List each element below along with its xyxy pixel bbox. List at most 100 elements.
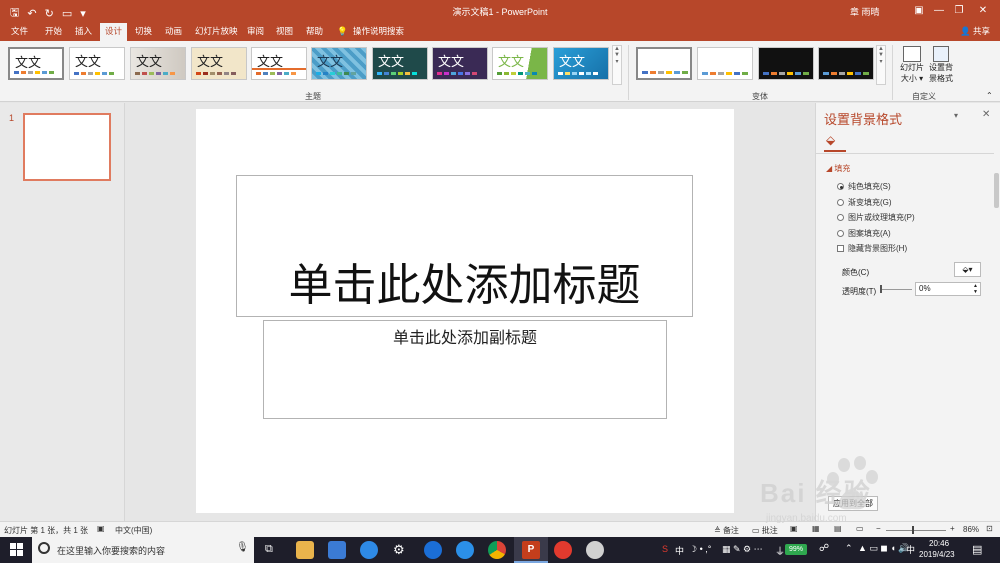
variant-thumbnail-4[interactable] <box>818 47 874 80</box>
clock-date[interactable]: 2019/4/23 <box>919 550 955 559</box>
clock-time[interactable]: 20:46 <box>929 539 949 548</box>
subtitle-placeholder[interactable]: 单击此处添加副标题 <box>263 320 667 419</box>
ribbon-tabs: 文件 开始 插入 设计 切换 动画 幻灯片放映 审阅 视图 帮助 💡 操作说明搜… <box>0 22 1000 41</box>
format-background-button[interactable]: 设置背 景格式 <box>927 46 955 84</box>
collapse-ribbon-icon[interactable]: ⌃ <box>986 91 993 100</box>
zoom-level[interactable]: 86% <box>963 525 979 534</box>
slide-sorter-icon[interactable]: ▦ <box>812 524 820 533</box>
transparency-slider-thumb[interactable] <box>880 285 882 293</box>
tab-view[interactable]: 视图 <box>276 25 293 38</box>
ime-extra-icons[interactable]: ▦ ✎ ⚙ ⋯ <box>722 544 763 555</box>
theme-thumbnail-6[interactable]: 文文 <box>311 47 367 80</box>
notes-button[interactable]: ≜ 备注 <box>714 525 739 536</box>
fit-to-window-icon[interactable]: ⊡ <box>986 524 993 533</box>
power-plug-icon: ⏚ <box>775 547 785 558</box>
notification-center-icon[interactable]: ▤ <box>972 543 982 556</box>
taskbar-search-box[interactable]: 在这里输入你要搜索的内容 🎙 <box>32 537 254 563</box>
theme-thumbnail-4[interactable]: 文文 <box>191 47 247 80</box>
option-solid-fill[interactable]: 纯色填充(S) <box>837 181 891 192</box>
tab-design[interactable]: 设计 <box>100 23 128 41</box>
share-button[interactable]: 👤 共享 <box>960 25 990 38</box>
radio-picture-fill[interactable] <box>837 214 844 221</box>
option-pattern-fill[interactable]: 图案填充(A) <box>837 228 891 239</box>
zoom-out-icon[interactable]: − <box>876 524 881 533</box>
tab-file[interactable]: 文件 <box>11 25 28 38</box>
pane-title: 设置背景格式 <box>824 112 903 127</box>
theme-thumbnail-3[interactable]: 文文 <box>130 47 186 80</box>
netease-music-icon[interactable] <box>554 541 572 559</box>
themes-gallery-scroll[interactable]: ▲ ▼ ▾ <box>612 45 622 85</box>
radio-pattern-fill[interactable] <box>837 230 844 237</box>
tab-slideshow[interactable]: 幻灯片放映 <box>195 25 238 38</box>
reading-view-icon[interactable]: ▤ <box>834 524 842 533</box>
file-explorer-icon[interactable] <box>296 541 314 559</box>
variant-thumbnail-3[interactable] <box>758 47 814 80</box>
theme-thumbnail-9[interactable]: 文文 <box>492 47 548 80</box>
tab-help[interactable]: 帮助 <box>306 25 323 38</box>
pane-options-icon[interactable]: ▾ <box>954 111 958 120</box>
ime-mode[interactable]: 中 <box>675 544 684 557</box>
variants-gallery-scroll[interactable]: ▲ ▼ ▾ <box>876 45 886 85</box>
normal-view-icon[interactable]: ▣ <box>790 524 798 533</box>
transparency-slider[interactable] <box>880 289 912 290</box>
browser-icon[interactable] <box>456 541 474 559</box>
accessibility-icon[interactable]: ▣ <box>97 524 105 533</box>
transparency-input[interactable]: 0% ▲ ▼ <box>915 282 981 296</box>
tab-insert[interactable]: 插入 <box>75 25 92 38</box>
powerpoint-taskbar-button[interactable]: P <box>514 537 548 563</box>
theme-thumbnail-office[interactable]: 文文 <box>8 47 64 80</box>
zoom-slider-thumb[interactable] <box>912 526 914 534</box>
language-status[interactable]: 中文(中国) <box>115 525 152 536</box>
theme-thumbnail-8[interactable]: 文文 <box>432 47 488 80</box>
clock-app-icon[interactable] <box>360 541 378 559</box>
close-button[interactable]: ✕ <box>968 2 998 20</box>
option-gradient-fill[interactable]: 渐变填充(G) <box>837 197 892 208</box>
show-hidden-icons[interactable]: ⌃ <box>845 543 853 554</box>
option-hide-background-graphics[interactable]: 隐藏背景图形(H) <box>837 243 907 254</box>
people-icon[interactable]: ☍ <box>819 543 829 554</box>
tell-me-search[interactable]: 操作说明搜索 <box>353 25 404 38</box>
color-label: 颜色(C) <box>842 268 870 277</box>
color-picker-button[interactable]: ⬙▾ <box>954 262 981 277</box>
theme-thumbnail-7[interactable]: 文文 <box>372 47 428 80</box>
slide[interactable]: 单击此处添加标题 单击此处添加副标题 <box>196 109 734 513</box>
fill-section-header[interactable]: ◢ 填充 <box>826 163 850 174</box>
checkbox-hide-graphics[interactable] <box>837 245 844 252</box>
tray-icons[interactable]: ▲ ▭ ◼ ◖ 🔊 <box>858 543 910 554</box>
tab-review[interactable]: 审阅 <box>247 25 264 38</box>
title-placeholder[interactable]: 单击此处添加标题 <box>236 175 693 317</box>
comments-button[interactable]: ▭ 批注 <box>752 525 778 536</box>
microphone-icon[interactable]: 🎙 <box>236 542 249 553</box>
chrome-icon[interactable] <box>488 541 506 559</box>
store-icon[interactable] <box>328 541 346 559</box>
pane-close-icon[interactable]: ✕ <box>982 109 990 120</box>
variant-thumbnail-2[interactable] <box>697 47 753 80</box>
edge-icon[interactable] <box>424 541 442 559</box>
radio-gradient-fill[interactable] <box>837 199 844 206</box>
radio-solid-fill[interactable] <box>837 183 844 190</box>
zoom-slider[interactable] <box>886 530 946 531</box>
input-language[interactable]: 中 <box>906 543 915 556</box>
windows-start-icon[interactable] <box>10 543 23 556</box>
tab-home[interactable]: 开始 <box>45 25 62 38</box>
ime-tools-icon[interactable]: ☽ • ,° <box>689 544 711 555</box>
app-icon[interactable] <box>586 541 604 559</box>
option-picture-fill[interactable]: 图片或纹理填充(P) <box>837 212 915 223</box>
theme-thumbnail-10[interactable]: 文文 <box>553 47 609 80</box>
user-name[interactable]: 章 雨晴 <box>850 5 880 18</box>
variant-thumbnail-1[interactable] <box>636 47 692 80</box>
slide-thumbnail-1[interactable] <box>23 113 111 181</box>
theme-thumbnail-5[interactable]: 文文 <box>251 47 307 80</box>
sogou-ime-icon[interactable]: S <box>662 544 668 554</box>
task-view-icon[interactable]: ⧉ <box>265 543 273 556</box>
battery-indicator[interactable]: 99% <box>785 544 807 555</box>
slideshow-view-icon[interactable]: ▭ <box>856 524 864 533</box>
tab-animations[interactable]: 动画 <box>165 25 182 38</box>
pane-scrollbar[interactable] <box>994 173 999 208</box>
theme-thumbnail-2[interactable]: 文文 <box>69 47 125 80</box>
fill-bucket-icon[interactable]: ⬙ <box>826 133 835 147</box>
zoom-in-icon[interactable]: + <box>950 524 955 533</box>
settings-icon[interactable]: ⚙ <box>393 542 405 558</box>
tab-transitions[interactable]: 切换 <box>135 25 152 38</box>
slide-size-button[interactable]: 幻灯片 大小 ▾ <box>898 46 926 84</box>
